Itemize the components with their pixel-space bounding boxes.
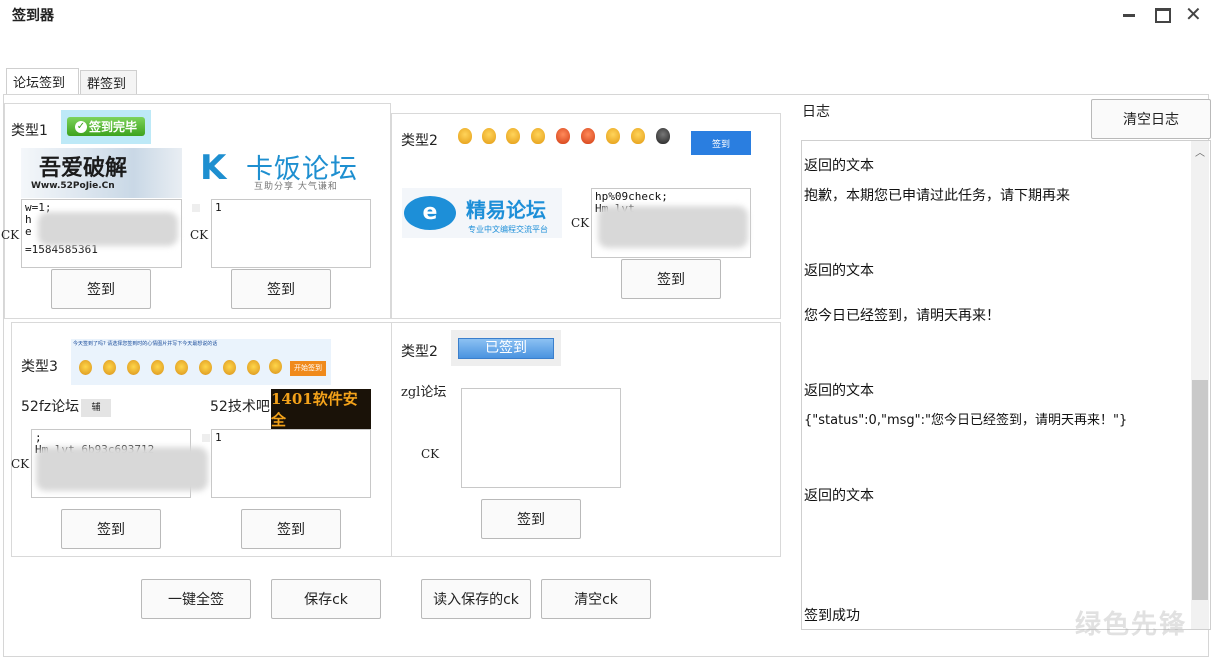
type2-ck-label: CK [571, 216, 590, 230]
type1-ck-label-2: CK [190, 228, 209, 242]
window-title: 签到器 [12, 8, 54, 24]
kafan-k-icon: K [200, 148, 227, 188]
mood-icon [556, 128, 570, 144]
tab-forum-sign[interactable]: 论坛签到 [6, 68, 79, 94]
log-scrollbar-thumb[interactable] [1192, 380, 1208, 600]
logo-52pojie: 吾爱破解 Www.52PoJie.Cn [21, 148, 182, 198]
mood-icon [127, 360, 140, 375]
logo-kafan: K 卡饭论坛 互助分享 大气谦和 [200, 147, 385, 193]
sign-all-button[interactable]: 一键全签 [141, 579, 251, 619]
type2b-label: 类型2 [401, 344, 438, 360]
redaction-blur [38, 212, 178, 246]
mood-icon [482, 128, 496, 144]
log-line: 返回的文本 [804, 263, 874, 279]
type3-checkbox[interactable] [202, 434, 210, 442]
sign-done-badge: ✓ 签到完毕 [61, 110, 151, 144]
scroll-up-icon[interactable]: ︿ [1195, 144, 1205, 159]
tab-label: 论坛签到 [13, 76, 66, 91]
logo-jingyi-name: 精易论坛 [466, 198, 546, 222]
mood-icons-row [453, 124, 683, 156]
check-icon: ✓ [74, 120, 87, 133]
ck-line: 1 [215, 201, 222, 214]
type2b-ck-label: CK [421, 447, 440, 461]
type3-ck-input-2[interactable]: 1 [211, 429, 371, 498]
clear-log-button[interactable]: 清空日志 [1091, 99, 1211, 139]
type2-label: 类型2 [401, 133, 438, 149]
watermark: 绿色先锋 [1075, 610, 1188, 640]
mood-banner-text: 今天签到了吗? 请选择您签到时的心情图片并写下今天最想说的话 [73, 341, 218, 347]
sign-done-text: 签到完毕 [88, 120, 137, 134]
logo-kafan-sub: 互助分享 大气谦和 [254, 182, 338, 192]
log-line: 您今日已经签到，请明天再来！ [804, 308, 1000, 324]
mood-icon [223, 360, 236, 375]
save-ck-button[interactable]: 保存ck [271, 579, 381, 619]
mood-icon [581, 128, 595, 144]
mood-icon [79, 360, 92, 375]
mood-icon [151, 360, 164, 375]
type1-sign-button-1[interactable]: 签到 [51, 269, 151, 309]
start-sign-badge[interactable]: 开始签到 [290, 361, 326, 376]
logo-jingyi: e 精易论坛 专业中文编程交流平台 [402, 188, 562, 238]
forum-52fz-label: 52fz论坛 [21, 399, 80, 415]
mood-banner: 今天签到了吗? 请选择您签到时的心情图片并写下今天最想说的话 开始签到 [71, 339, 331, 385]
log-line: 返回的文本 [804, 383, 874, 399]
log-title: 日志 [802, 104, 830, 120]
logo-1401: 1401软件安全 [271, 389, 371, 429]
logo-1401-text: 1401软件安全 [271, 390, 358, 429]
tab-group-sign[interactable]: 群签到 [80, 70, 137, 94]
mood-icon [199, 360, 212, 375]
jingyi-e-icon: e [404, 196, 456, 230]
maximize-icon[interactable] [1155, 8, 1171, 23]
ck-line: 1 [215, 431, 222, 444]
redaction-blur [598, 206, 748, 248]
type3-label: 类型3 [21, 359, 58, 375]
forum-zgl-label: zgl论坛 [401, 385, 447, 400]
mood-icon [656, 128, 670, 144]
already-signed-badge: 已签到 [451, 330, 561, 366]
type1-ck-input-2[interactable]: 1 [211, 199, 371, 268]
redaction-blur [36, 447, 208, 491]
already-signed-text: 已签到 [458, 338, 554, 359]
mood-icon [458, 128, 472, 144]
logo-52pojie-url: Www.52PoJie.Cn [31, 181, 115, 191]
load-ck-button[interactable]: 读入保存的ck [421, 579, 531, 619]
small-sign-button[interactable]: 签到 [691, 131, 751, 155]
log-line: 返回的文本 [804, 158, 874, 174]
minimize-icon[interactable] [1123, 14, 1135, 17]
type1-checkbox[interactable] [192, 204, 200, 212]
type2-sign-button[interactable]: 签到 [621, 259, 721, 299]
type3-sign-button-1[interactable]: 签到 [61, 509, 161, 549]
forum-52fz-tag: 辅 [81, 399, 111, 417]
mood-icon [506, 128, 520, 144]
mood-icon [103, 360, 116, 375]
type3-ck-label-1: CK [11, 457, 30, 471]
type1-ck-label-1: CK [1, 228, 20, 242]
small-sign-text: 签到 [711, 139, 730, 150]
mood-icon [247, 360, 260, 375]
logo-52pojie-text: 吾爱破解 [39, 155, 128, 181]
log-line: 抱歉，本期您已申请过此任务，请下期再来 [804, 188, 1070, 204]
mood-icon [606, 128, 620, 144]
log-line: 返回的文本 [804, 488, 874, 504]
tab-label: 群签到 [87, 77, 127, 92]
close-icon[interactable]: ✕ [1185, 2, 1202, 26]
type2b-sign-button[interactable]: 签到 [481, 499, 581, 539]
logo-jingyi-sub: 专业中文编程交流平台 [468, 225, 548, 234]
mood-icon [631, 128, 645, 144]
type2b-ck-input[interactable] [461, 388, 621, 488]
log-line: {"status":0,"msg":"您今日已经签到，请明天再来！"} [804, 413, 1128, 428]
clear-ck-button[interactable]: 清空ck [541, 579, 651, 619]
mood-icon [269, 359, 282, 374]
type1-sign-button-2[interactable]: 签到 [231, 269, 331, 309]
mood-icon [531, 128, 545, 144]
forum-52jsb-label: 52技术吧 [210, 399, 270, 415]
type3-sign-button-2[interactable]: 签到 [241, 509, 341, 549]
type1-label: 类型1 [11, 123, 48, 139]
mood-icon [175, 360, 188, 375]
log-line: 签到成功 [804, 608, 860, 624]
